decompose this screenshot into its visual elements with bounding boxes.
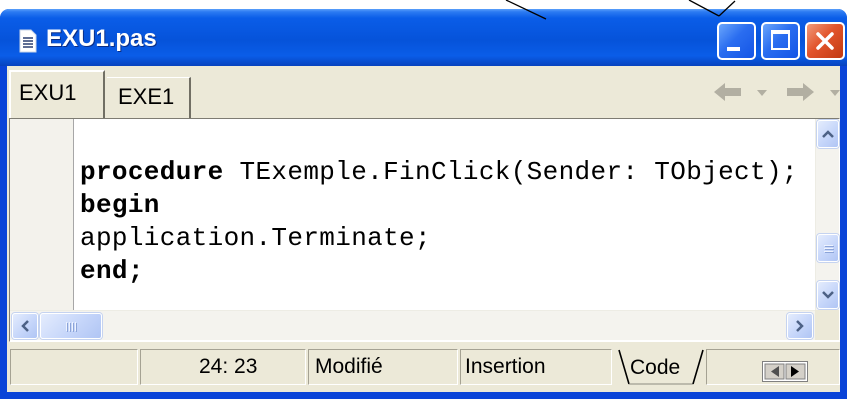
horizontal-scroll-thumb[interactable] — [40, 313, 102, 339]
scroll-left-button[interactable] — [12, 313, 38, 339]
maximize-button[interactable] — [761, 22, 800, 60]
form-code-toggle-icon[interactable] — [762, 361, 808, 382]
chevron-down-icon[interactable] — [830, 90, 840, 96]
code-tab-label: Code — [630, 356, 681, 379]
chevron-down-icon — [822, 291, 834, 299]
tab-exu1[interactable]: EXU1 — [9, 70, 105, 118]
cursor-position-text: 24: 23 — [199, 355, 258, 378]
minimize-icon — [727, 47, 740, 51]
scroll-down-button[interactable] — [817, 281, 839, 309]
chevron-left-icon — [21, 320, 29, 332]
tab-label: EXE1 — [118, 84, 175, 109]
code-line: application.Terminate; — [80, 222, 815, 255]
vertical-scrollbar[interactable] — [815, 119, 839, 310]
forward-arrow-icon[interactable] — [786, 83, 814, 101]
back-arrow-icon[interactable] — [714, 83, 742, 101]
modified-text: Modifié — [315, 355, 383, 378]
tab-label: EXU1 — [19, 80, 77, 105]
close-icon — [816, 32, 834, 50]
scroll-up-button[interactable] — [817, 120, 839, 148]
window-title: EXU1.pas — [46, 25, 157, 52]
maximize-icon — [771, 30, 790, 50]
code-text: TExemple.FinClick(Sender: TObject); — [223, 157, 798, 187]
chevron-up-icon — [822, 130, 834, 138]
vertical-scroll-thumb[interactable] — [817, 234, 839, 263]
chevron-right-icon — [796, 320, 804, 332]
status-insert-mode: Insertion — [460, 349, 612, 385]
insert-mode-text: Insertion — [465, 355, 546, 378]
scrollbar-corner — [815, 310, 839, 340]
document-icon — [19, 29, 37, 53]
code-keyword: end; — [80, 256, 144, 286]
code-text: application.Terminate; — [80, 223, 431, 253]
minimize-button[interactable] — [717, 22, 756, 60]
horizontal-scrollbar[interactable] — [10, 310, 815, 340]
code-keyword: procedure — [80, 157, 224, 187]
code-line: procedure TExemple.FinClick(Sender: TObj… — [80, 156, 815, 189]
status-cursor-position: 24: 23 — [140, 349, 306, 385]
code-editor: procedure TExemple.FinClick(Sender: TObj… — [9, 118, 840, 342]
code-keyword: begin — [80, 190, 160, 220]
status-panel-empty — [10, 349, 138, 385]
chevron-down-icon[interactable] — [757, 90, 767, 96]
editor-gutter[interactable] — [10, 119, 74, 310]
close-button[interactable] — [805, 22, 845, 60]
status-modified: Modifié — [308, 349, 458, 385]
code-area[interactable]: procedure TExemple.FinClick(Sender: TObj… — [74, 119, 815, 310]
scroll-right-button[interactable] — [787, 313, 813, 339]
code-line: begin — [80, 189, 815, 222]
tab-code-view[interactable]: Code — [615, 346, 705, 388]
code-line: end; — [80, 255, 815, 288]
tab-exe1[interactable]: EXE1 — [107, 77, 191, 118]
